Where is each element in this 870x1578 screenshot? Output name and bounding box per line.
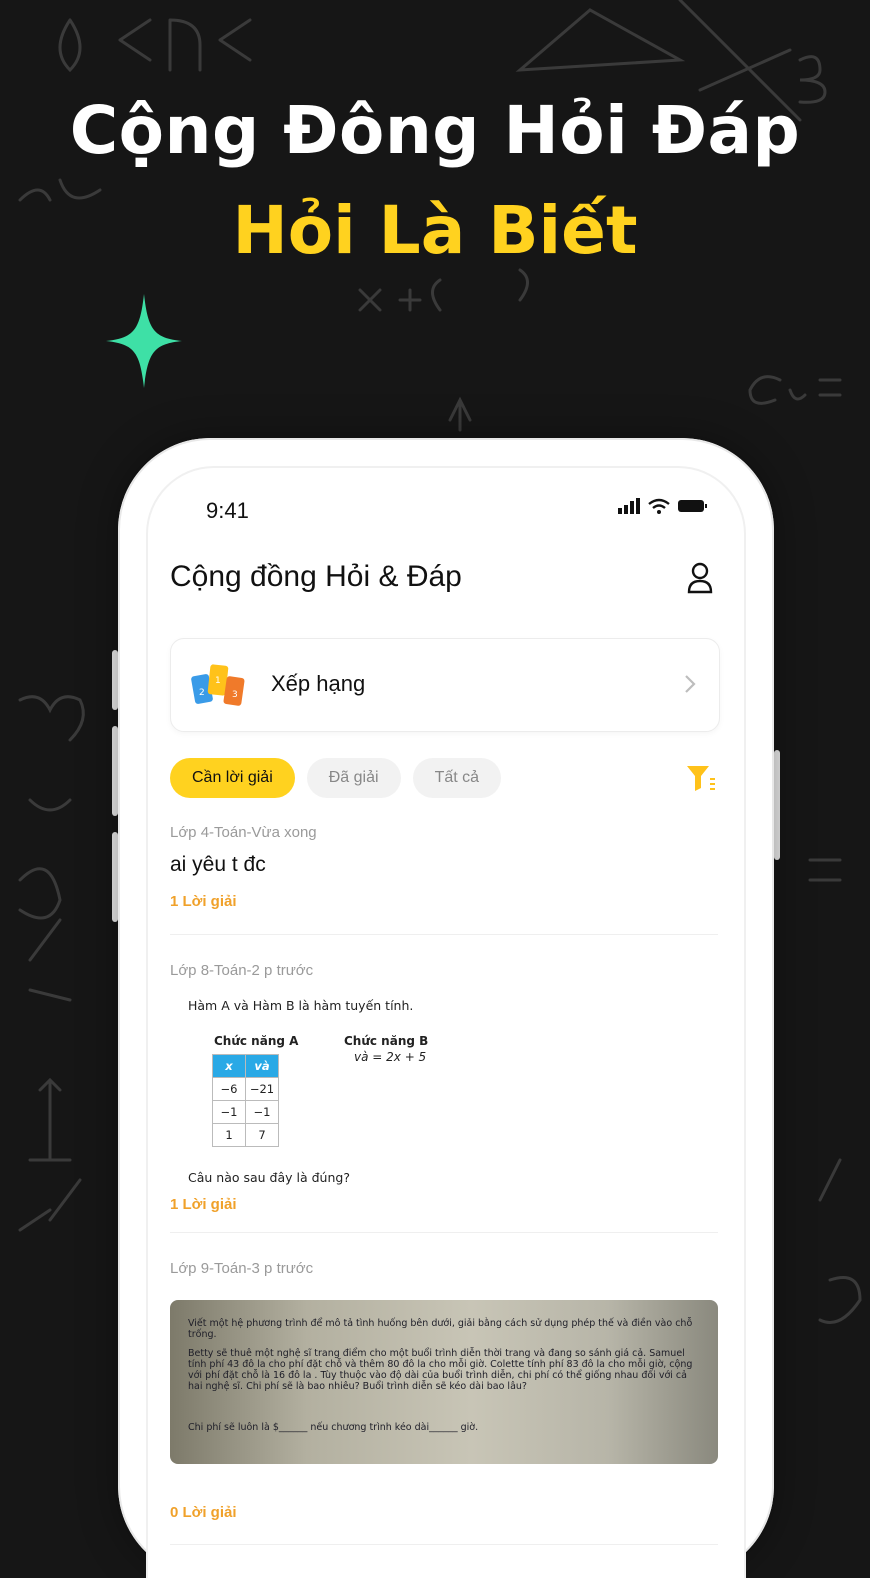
hero-subtitle: Hỏi Là Biết: [232, 192, 638, 269]
tab-need-solution[interactable]: Cần lời giải: [170, 758, 295, 798]
table-cell: 1: [212, 1123, 246, 1147]
photo-paragraph-2: Betty sẽ thuê một nghệ sĩ trang điểm cho…: [188, 1348, 693, 1392]
status-time: 9:41: [206, 498, 249, 523]
function-b-equation: và = 2x + 5: [354, 1050, 427, 1064]
wifi-icon: [648, 498, 670, 514]
function-a-title: Chức năng A: [214, 1034, 299, 1048]
answer-count[interactable]: 1 Lời giải: [170, 893, 718, 910]
table-cell: −1: [245, 1100, 279, 1124]
question-text: ai yêu t đc: [170, 853, 266, 876]
phone-frame: 9:41 Cộng đồng Hỏi & Đáp 2 1 3 Xếp hạng …: [118, 438, 774, 1578]
ranking-card[interactable]: 2 1 3 Xếp hạng: [170, 638, 720, 732]
table-cell: −21: [245, 1077, 279, 1101]
status-bar: 9:41: [148, 468, 744, 538]
table-cell: −6: [212, 1077, 246, 1101]
chevron-right-icon: [685, 675, 696, 693]
question-meta: Lớp 8-Toán-2 p trước: [170, 962, 314, 979]
question-meta: Lớp 9-Toán-3 p trước: [170, 1260, 314, 1277]
ranking-cards-icon: 2 1 3: [191, 664, 245, 706]
page-title: Cộng đồng Hỏi & Đáp: [170, 560, 462, 593]
svg-text:2: 2: [199, 688, 205, 698]
photo-paragraph-3: Chi phí sẽ luôn là $______ nếu chương tr…: [188, 1422, 479, 1433]
battery-icon: [678, 500, 707, 512]
divider: [170, 934, 718, 935]
hero-title: Cộng Đông Hỏi Đáp: [69, 92, 801, 169]
answer-count[interactable]: 1 Lời giải: [170, 1196, 237, 1213]
table-header: và: [245, 1054, 279, 1078]
profile-icon[interactable]: [686, 562, 714, 594]
svg-text:1: 1: [215, 676, 221, 686]
sparkle-icon: [106, 294, 182, 388]
question-photo: Viết một hệ phương trình để mô tả tình h…: [170, 1300, 718, 1464]
filter-tabs: Cần lời giải Đã giải Tất cả: [170, 758, 502, 798]
function-a-table: x và −6 −21 −1 −1 1 7: [212, 1054, 279, 1147]
question-meta: Lớp 4-Toán-Vừa xong: [170, 824, 317, 841]
phone-screen: 9:41 Cộng đồng Hỏi & Đáp 2 1 3 Xếp hạng …: [146, 466, 746, 1578]
tab-solved[interactable]: Đã giải: [306, 758, 401, 798]
divider: [170, 1232, 718, 1233]
photo-paragraph-1: Viết một hệ phương trình để mô tả tình h…: [188, 1318, 693, 1340]
phone-side-button-right: [774, 750, 780, 860]
question-item[interactable]: Lớp 4-Toán-Vừa xong ai yêu t đc 1 Lời gi…: [170, 824, 718, 910]
table-cell: −1: [212, 1100, 246, 1124]
question-item[interactable]: Lớp 8-Toán-2 p trước Hàm A và Hàm B là h…: [170, 962, 718, 1222]
filter-icon[interactable]: [686, 764, 716, 792]
ranking-label: Xếp hạng: [271, 671, 366, 696]
math-intro: Hàm A và Hàm B là hàm tuyến tính.: [188, 998, 414, 1013]
signal-icon: [618, 498, 640, 514]
tab-all[interactable]: Tất cả: [412, 758, 502, 798]
table-cell: 7: [245, 1123, 279, 1147]
svg-text:3: 3: [232, 690, 238, 700]
status-icons: [618, 498, 708, 514]
function-b-title: Chức năng B: [344, 1034, 429, 1048]
question-image: Hàm A và Hàm B là hàm tuyến tính. Chức n…: [188, 998, 708, 1198]
table-header: x: [212, 1054, 246, 1078]
divider: [170, 1544, 718, 1545]
answer-count[interactable]: 0 Lời giải: [170, 1504, 237, 1521]
math-question: Câu nào sau đây là đúng?: [188, 1170, 350, 1185]
